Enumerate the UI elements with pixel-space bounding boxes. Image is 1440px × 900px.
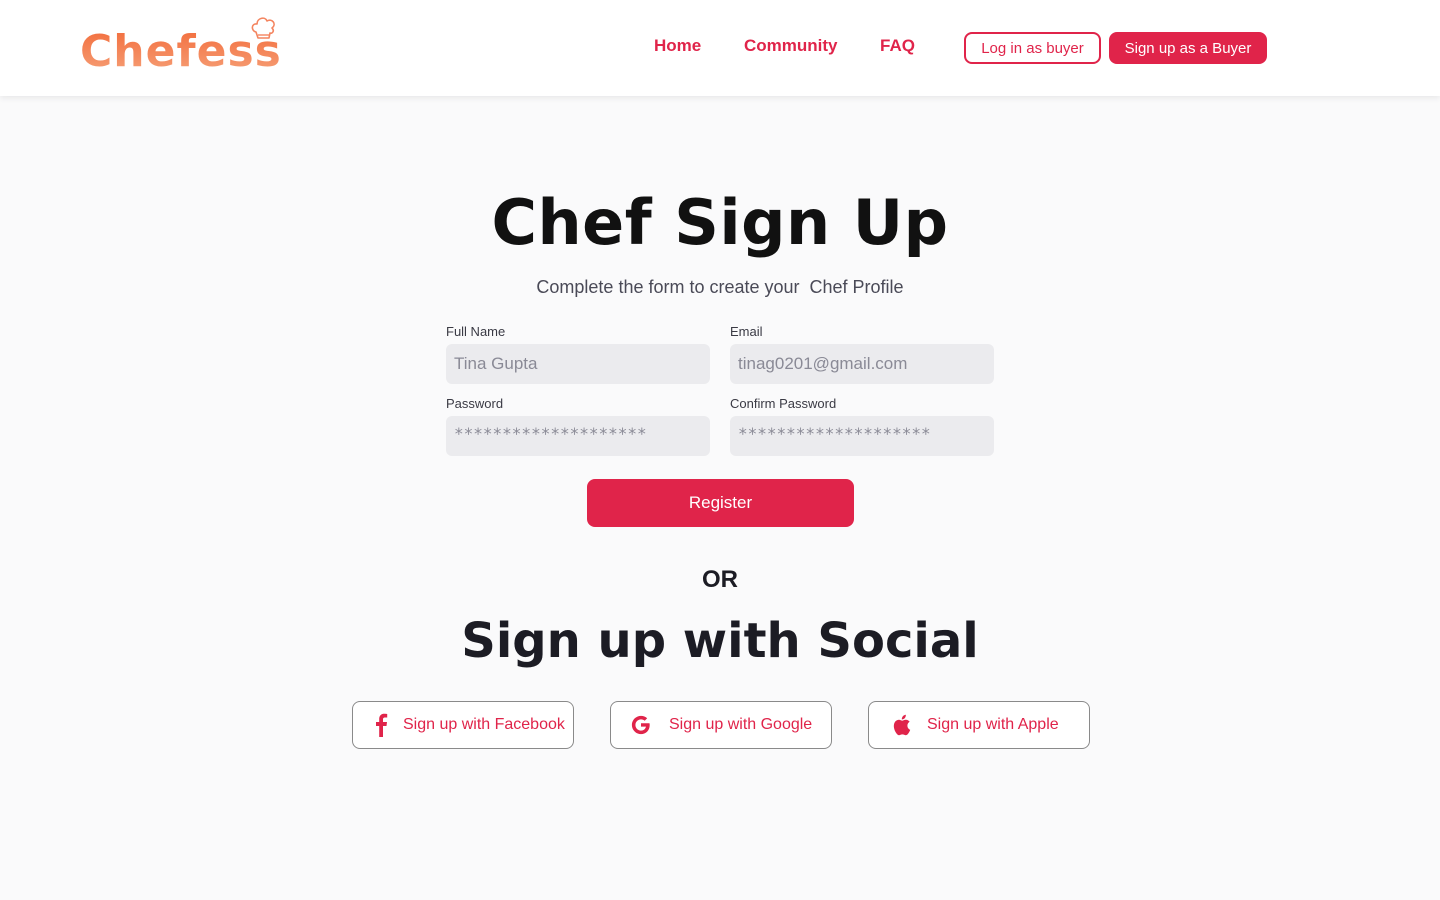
register-button[interactable]: Register bbox=[587, 479, 854, 527]
login-as-buyer-button[interactable]: Log in as buyer bbox=[964, 32, 1101, 64]
google-signup-button[interactable]: Sign up with Google bbox=[610, 701, 832, 749]
or-divider: OR bbox=[702, 566, 738, 593]
apple-signup-label: Sign up with Apple bbox=[927, 716, 1059, 733]
confirm-password-label: Confirm Password bbox=[730, 396, 837, 411]
facebook-signup-label: Sign up with Facebook bbox=[403, 716, 565, 733]
nav-community-link[interactable]: Community bbox=[744, 36, 838, 56]
signup-as-buyer-button[interactable]: Sign up as a Buyer bbox=[1109, 32, 1267, 64]
facebook-icon bbox=[369, 713, 393, 737]
facebook-signup-button[interactable]: Sign up with Facebook bbox=[352, 701, 574, 749]
apple-signup-button[interactable]: Sign up with Apple bbox=[868, 701, 1090, 749]
social-signup-title: Sign up with Social bbox=[461, 613, 979, 669]
google-signup-label: Sign up with Google bbox=[669, 716, 813, 733]
top-navbar: Chefess Home Community FAQ Log in as buy… bbox=[0, 0, 1440, 96]
password-label: Password bbox=[446, 396, 504, 411]
nav-faq-link[interactable]: FAQ bbox=[880, 36, 915, 56]
email-field[interactable]: tinag0201@gmail.com bbox=[730, 344, 994, 384]
confirm-password-field[interactable]: ******************** bbox=[730, 416, 994, 456]
password-field[interactable]: ******************** bbox=[446, 416, 710, 456]
page-subtitle: Complete the form to create your Chef Pr… bbox=[536, 277, 904, 297]
nav-home-link[interactable]: Home bbox=[654, 36, 701, 56]
chefess-logo[interactable]: Chefess bbox=[80, 14, 281, 77]
full-name-label: Full Name bbox=[446, 324, 506, 339]
google-icon bbox=[629, 713, 653, 737]
apple-icon bbox=[889, 713, 913, 737]
chef-hat-icon bbox=[251, 17, 275, 39]
full-name-field[interactable]: Tina Gupta bbox=[446, 344, 710, 384]
page-title: Chef Sign Up bbox=[491, 186, 949, 259]
email-label: Email bbox=[730, 324, 763, 339]
